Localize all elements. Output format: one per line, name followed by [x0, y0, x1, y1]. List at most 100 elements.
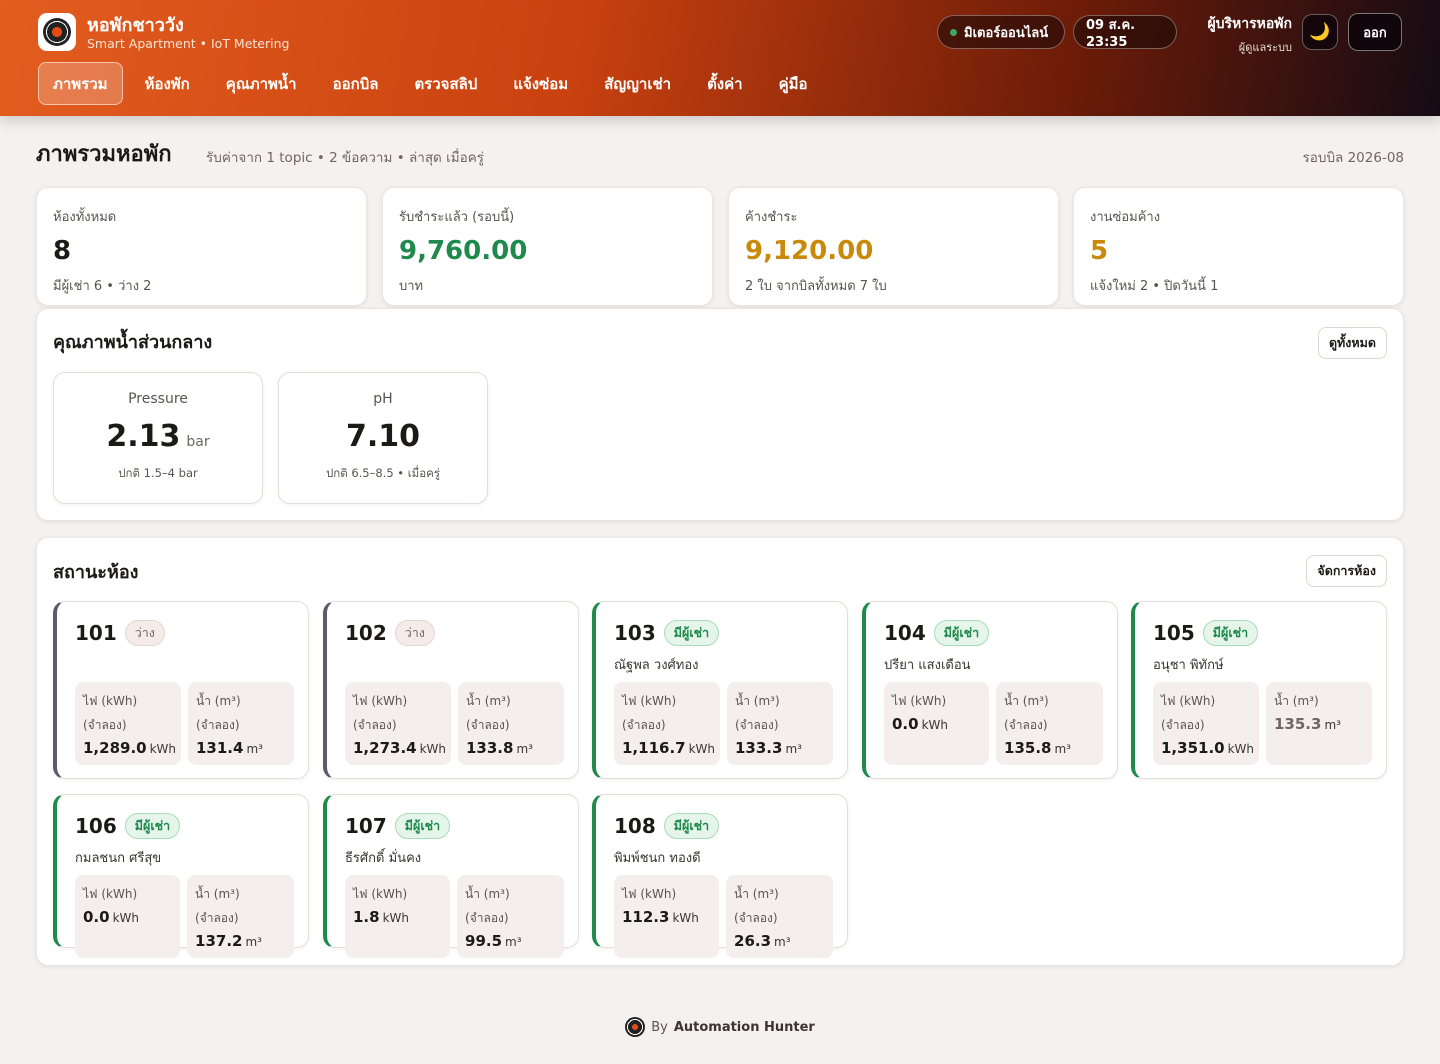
gear-logo-icon — [625, 1017, 646, 1037]
room-header: 101 ว่าง — [75, 618, 294, 648]
electric-meter-label: ไฟ (kWh) — [83, 887, 138, 901]
meter-status-text: มิเตอร์ออนไลน์ — [964, 25, 1049, 41]
electric-meter-value-row: 0.0 kWh — [83, 908, 172, 926]
electric-meter-label: ไฟ (kWh) — [892, 694, 947, 708]
electric-unit: kWh — [419, 742, 447, 756]
electric-meter-value-row: 1.8 kWh — [353, 908, 442, 926]
electric-unit: kWh — [382, 911, 409, 925]
electric-meter: ไฟ (kWh) 112.3 kWh — [614, 875, 720, 958]
room-card-107[interactable]: 107 มีผู้เช่า ธีรศักดิ์ มั่นคง ไฟ (kWh) 1.8 k… — [323, 794, 579, 958]
tenant-name: ณัฐพล วงศ์ทอง — [614, 658, 699, 673]
meter-status-badge: มิเตอร์ออนไลน์ — [937, 15, 1065, 49]
water-unit: m³ — [505, 935, 522, 949]
user-name: ผู้บริหารหอพัก — [1207, 16, 1292, 32]
water-meter-value-row: 133.8 m³ — [466, 739, 556, 757]
room-card-102[interactable]: 102 ว่างไฟ (kWh) (จำลอง) 1,273.4 kWh น้ำ (m³… — [323, 601, 579, 779]
app-title: หอพักชาววัง — [87, 15, 184, 36]
nav-tab-3[interactable]: ออกบิล — [319, 62, 393, 105]
billing-cycle: รอบบิล 2026-08 — [1302, 150, 1404, 166]
footer-brand[interactable]: Automation Hunter — [674, 1020, 815, 1035]
electric-meter: ไฟ (kWh) 0.0 kWh — [75, 875, 181, 958]
nav-tab-5[interactable]: แจ้งซ่อม — [499, 62, 582, 105]
room-meters: ไฟ (kWh) 1.8 kWh น้ำ (m³) (จำลอง) 99.5 m³ — [345, 875, 564, 958]
room-card-108[interactable]: 108 มีผู้เช่า พิมพ์ชนก ทองดี ไฟ (kWh) 112.3 k… — [592, 794, 848, 958]
water-meter-label: น้ำ (m³) — [1274, 694, 1319, 708]
theme-toggle-button[interactable]: 🌙 — [1302, 14, 1338, 50]
app-logo — [38, 13, 76, 51]
water-meter-value: 26.3 — [734, 932, 772, 950]
nav-tab-6[interactable]: สัญญาเช่า — [590, 62, 685, 105]
room-card-106[interactable]: 106 มีผู้เช่า กมลชนก ศรีสุข ไฟ (kWh) 0.0 kWh น… — [53, 794, 309, 958]
gauge-value-row: 2.13 bar — [54, 419, 262, 454]
water-meter-value-row: 135.3 m³ — [1274, 715, 1364, 733]
manage-rooms-button[interactable]: จัดการห้อง — [1306, 555, 1387, 587]
room-card-104[interactable]: 104 มีผู้เช่า ปรียา แสงเดือน ไฟ (kWh) 0.0 kWh… — [862, 601, 1118, 779]
stat-label: ค้างชำระ — [745, 210, 798, 225]
room-meters: ไฟ (kWh) 112.3 kWh น้ำ (m³) (จำลอง) 26.3 m³ — [614, 875, 833, 958]
water-meter-label: น้ำ (m³) (จำลอง) — [734, 887, 779, 925]
room-number: 103 — [614, 621, 656, 645]
water-meter-label: น้ำ (m³) (จำลอง) — [465, 887, 510, 925]
nav-tab-7[interactable]: ตั้งค่า — [693, 62, 757, 105]
stat-note: แจ้งใหม่ 2 • ปิดวันนี้ 1 — [1090, 279, 1219, 294]
room-header: 102 ว่าง — [345, 618, 564, 648]
room-meters: ไฟ (kWh) 0.0 kWh น้ำ (m³) (จำลอง) 137.2 m³ — [75, 875, 294, 958]
user-role: ผู้ดูแลระบบ — [1238, 41, 1292, 54]
room-status-title: สถานะห้อง — [53, 562, 139, 583]
room-card-103[interactable]: 103 มีผู้เช่าณัฐพล วงศ์ทองไฟ (kWh) (จำลอง… — [592, 601, 848, 779]
room-meters: ไฟ (kWh) (จำลอง) 1,273.4 kWh น้ำ (m³) (จำลอ… — [345, 682, 564, 765]
water-gauge-ph: pH 7.10 ปกติ 6.5–8.5 • เมื่อครู่ — [278, 372, 488, 504]
page-title: ภาพรวมหอพัก — [36, 142, 172, 167]
water-meter-label: น้ำ (m³) (จำลอง) — [195, 887, 240, 925]
water-meter: น้ำ (m³) (จำลอง) 99.5 m³ — [457, 875, 564, 958]
tenant-name: อนุชา พิทักษ์ — [1153, 658, 1224, 673]
electric-meter-value: 1,351.0 — [1161, 739, 1225, 757]
room-card-101[interactable]: 101 ว่างไฟ (kWh) (จำลอง) 1,289.0 kWh น้ำ (m³… — [53, 601, 309, 779]
electric-meter: ไฟ (kWh) (จำลอง) 1,351.0 kWh — [1153, 682, 1259, 765]
tenant-name-empty — [345, 654, 564, 672]
nav-tab-0[interactable]: ภาพรวม — [38, 62, 123, 105]
nav-tab-8[interactable]: คู่มือ — [765, 62, 822, 105]
water-unit: m³ — [785, 742, 802, 756]
room-number: 108 — [614, 814, 656, 838]
electric-meter-label: ไฟ (kWh) (จำลอง) — [622, 694, 677, 732]
room-card-105[interactable]: 105 มีผู้เช่า อนุชา พิทักษ์ ไฟ (kWh) (จำลอง… — [1131, 601, 1387, 779]
nav-tab-1[interactable]: ห้องพัก — [131, 62, 204, 105]
water-meter: น้ำ (m³) (จำลอง) 26.3 m³ — [726, 875, 833, 958]
water-meter-value-row: 133.3 m³ — [735, 739, 825, 757]
electric-meter-label: ไฟ (kWh) — [353, 887, 408, 901]
room-status-badge: มีผู้เช่า — [663, 620, 720, 646]
water-meter-value: 135.8 — [1004, 739, 1052, 757]
nav-tab-4[interactable]: ตรวจสลิป — [400, 62, 491, 105]
nav-tab-2[interactable]: คุณภาพน้ำ — [212, 62, 311, 105]
water-meter-label: น้ำ (m³) (จำลอง) — [466, 694, 511, 732]
electric-meter-value: 0.0 — [83, 908, 110, 926]
electric-meter: ไฟ (kWh) 1.8 kWh — [345, 875, 451, 958]
room-header: 104 มีผู้เช่า — [884, 618, 1103, 648]
gauge-value-row: 7.10 — [279, 419, 487, 454]
water-meter-value-row: 26.3 m³ — [734, 932, 825, 950]
stat-value: 9,120.00 — [745, 236, 874, 266]
main-nav: ภาพรวม ห้องพัก คุณภาพน้ำ ออกบิล ตรวจสลิป แจ้ง… — [38, 62, 830, 105]
view-all-button[interactable]: ดูทั้งหมด — [1317, 327, 1387, 359]
tenant-name: พิมพ์ชนก ทองดี — [614, 851, 701, 866]
gauge-note: ปกติ 6.5–8.5 • เมื่อครู่ — [325, 466, 441, 480]
water-meter: น้ำ (m³) (จำลอง) 133.3 m³ — [727, 682, 833, 765]
logout-button[interactable]: ออก — [1348, 13, 1402, 51]
gauge-value: 2.13 — [106, 419, 181, 454]
room-header: 107 มีผู้เช่า — [345, 811, 564, 841]
water-meter-label: น้ำ (m³) (จำลอง) — [196, 694, 241, 732]
electric-meter-value: 0.0 — [892, 715, 919, 733]
water-meter-value: 131.4 — [196, 739, 244, 757]
room-header: 106 มีผู้เช่า — [75, 811, 294, 841]
water-unit: m³ — [1054, 742, 1071, 756]
water-unit: m³ — [1324, 718, 1341, 732]
stat-card: งานซ่อมค้าง 5 แจ้งใหม่ 2 • ปิดวันนี้ 1 — [1073, 187, 1404, 306]
room-meters: ไฟ (kWh) (จำลอง) 1,289.0 kWh น้ำ (m³) (จำลอ… — [75, 682, 294, 765]
water-meter: น้ำ (m³) 135.3 m³ — [1266, 682, 1372, 765]
electric-meter-value-row: 1,116.7 kWh — [622, 739, 715, 757]
gauge-value: 7.10 — [345, 419, 421, 454]
water-unit: m³ — [516, 742, 533, 756]
water-meter-value-row: 135.8 m³ — [1004, 739, 1095, 757]
electric-meter-value-row: 1,351.0 kWh — [1161, 739, 1254, 757]
